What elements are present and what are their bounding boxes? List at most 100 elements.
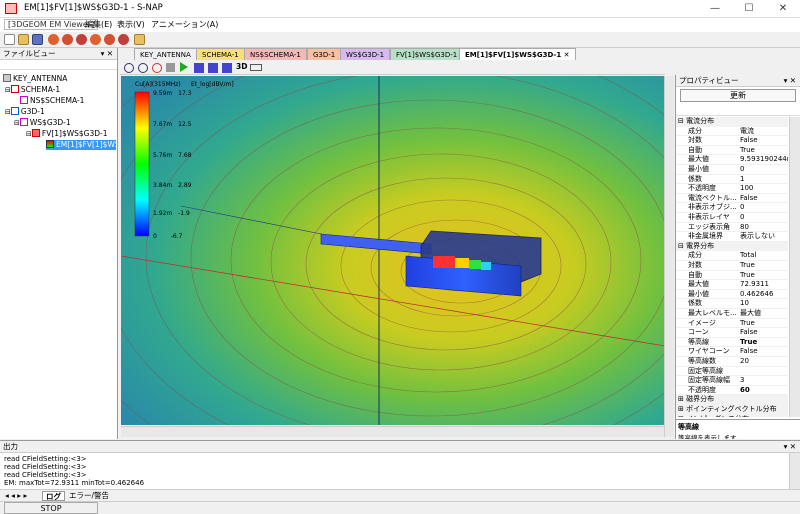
property-row[interactable]: 成分 Total: [676, 251, 788, 261]
view-3d-button[interactable]: 3D: [236, 62, 247, 71]
tool-6-icon[interactable]: [118, 34, 129, 45]
tree-item-ns-schema[interactable]: NS$SCHEMA-1: [20, 96, 84, 106]
tree-item-em-selected[interactable]: EM[1]$FV[1]$WS$: [46, 140, 116, 150]
property-scrollbar[interactable]: [789, 117, 800, 417]
property-value[interactable]: True: [740, 319, 788, 328]
tree-item-g3d[interactable]: ⊟ G3D-1: [5, 107, 45, 117]
expand-icon[interactable]: ⊞: [678, 415, 686, 417]
property-row[interactable]: 係数 10: [676, 299, 788, 309]
property-value[interactable]: 9.593190244m: [740, 155, 788, 164]
property-row[interactable]: 対数 True: [676, 261, 788, 271]
property-value[interactable]: 1: [740, 175, 788, 184]
zoom-in-icon[interactable]: [124, 63, 134, 73]
property-row[interactable]: 非表示レイヤ 0: [676, 213, 788, 223]
property-row[interactable]: 固定等高線: [676, 367, 788, 377]
tree-item-key-antenna[interactable]: KEY_ANTENNA: [3, 74, 67, 84]
property-value[interactable]: 72.9311: [740, 280, 788, 289]
settings-icon[interactable]: [250, 64, 262, 71]
property-value[interactable]: True: [740, 261, 788, 270]
tool-1-icon[interactable]: [48, 34, 59, 45]
property-row[interactable]: 最大値 9.593190244m: [676, 155, 788, 165]
property-value[interactable]: 0: [740, 165, 788, 174]
property-row[interactable]: 最小値 0: [676, 165, 788, 175]
property-row[interactable]: 係数 1: [676, 175, 788, 185]
close-panel-icon[interactable]: ▾ ✕: [784, 75, 800, 87]
property-section-header[interactable]: ⊟ 電界分布: [676, 241, 788, 252]
property-row[interactable]: 最大レベルモ... 最大値: [676, 309, 788, 319]
property-row[interactable]: 自動 True: [676, 271, 788, 281]
property-row[interactable]: 最大値 72.9311: [676, 280, 788, 290]
property-value[interactable]: 100: [740, 184, 788, 193]
property-value[interactable]: True: [740, 338, 788, 347]
property-value[interactable]: 表示しない: [740, 232, 788, 241]
close-button[interactable]: ✕: [766, 0, 800, 18]
property-row[interactable]: 不透明度 60: [676, 386, 788, 396]
refresh-button[interactable]: 更新: [680, 89, 796, 102]
stop-icon[interactable]: [166, 63, 175, 72]
property-value[interactable]: 80: [740, 223, 788, 232]
property-value[interactable]: False: [740, 194, 788, 203]
property-row[interactable]: 固定等高線幅 3: [676, 376, 788, 386]
tool-3-icon[interactable]: [76, 34, 87, 45]
property-value[interactable]: True: [740, 271, 788, 280]
property-value[interactable]: False: [740, 328, 788, 337]
tool-2-icon[interactable]: [62, 34, 73, 45]
property-row[interactable]: イメージ True: [676, 319, 788, 329]
view-xz-icon[interactable]: [208, 63, 218, 73]
tool-7-icon[interactable]: [134, 34, 145, 45]
3d-viewport[interactable]: Cu[A](315MHz) Et_log[dBV/m] 9.59m 17.3 7…: [121, 76, 665, 425]
property-value[interactable]: 60: [740, 386, 788, 395]
property-value[interactable]: 20: [740, 357, 788, 366]
property-value[interactable]: 最大値: [740, 309, 788, 318]
tree-item-fv[interactable]: ⊟ FV[1]$WS$G3D-1: [26, 129, 108, 139]
output-scrollbar[interactable]: [789, 453, 800, 489]
tool-5-icon[interactable]: [104, 34, 115, 45]
property-value[interactable]: False: [740, 347, 788, 356]
property-value[interactable]: 電流: [740, 127, 788, 136]
property-value[interactable]: Total: [740, 251, 788, 260]
maximize-button[interactable]: ☐: [732, 0, 766, 18]
zoom-out-icon[interactable]: [138, 63, 148, 73]
open-folder-icon[interactable]: [18, 34, 29, 45]
property-row[interactable]: コーン False: [676, 328, 788, 338]
tab-nav-arrows[interactable]: ◂ ◂ ▸ ▸: [2, 491, 30, 501]
tool-4-icon[interactable]: [90, 34, 101, 45]
collapse-icon[interactable]: ⊟: [678, 117, 686, 125]
save-icon[interactable]: [32, 34, 43, 45]
property-row[interactable]: 自動 True: [676, 146, 788, 156]
property-section-collapsed[interactable]: ⊞ ポインティングベクトル分布: [676, 405, 788, 415]
property-row[interactable]: 不透明度 100: [676, 184, 788, 194]
property-row[interactable]: エッジ表示角 80: [676, 223, 788, 233]
property-section-collapsed[interactable]: ⊞ 磁界分布: [676, 395, 788, 405]
tab-close-icon[interactable]: ✕: [564, 51, 570, 59]
property-value[interactable]: True: [740, 146, 788, 155]
property-row[interactable]: ワイヤコーン False: [676, 347, 788, 357]
tab-ns-schema[interactable]: NS$SCHEMA-1: [244, 48, 307, 60]
tab-schema[interactable]: SCHEMA-1: [196, 48, 245, 60]
vertical-scrollbar[interactable]: [664, 76, 674, 437]
view-xy-icon[interactable]: [222, 63, 232, 73]
property-row[interactable]: 等高線数 20: [676, 357, 788, 367]
collapse-icon[interactable]: ⊟: [678, 242, 686, 250]
property-section-header[interactable]: ⊟ 電流分布: [676, 117, 788, 127]
tab-g3d[interactable]: G3D-1: [307, 48, 342, 60]
new-file-icon[interactable]: [4, 34, 15, 45]
property-row[interactable]: 非表示オブジ... 0: [676, 203, 788, 213]
property-value[interactable]: False: [740, 136, 788, 145]
property-row[interactable]: 等高線 True: [676, 338, 788, 348]
expand-icon[interactable]: ⊞: [678, 405, 686, 413]
tab-errors[interactable]: エラー/警告: [66, 491, 112, 501]
tree-item-schema[interactable]: ⊟ SCHEMA-1: [5, 85, 60, 95]
horizontal-scrollbar[interactable]: [121, 426, 665, 437]
tab-ws-g3d[interactable]: WS$G3D-1: [340, 48, 391, 60]
property-grid[interactable]: ⊟ 電流分布成分電流対数False自動True最大値9.593190244m最小…: [676, 117, 789, 417]
tab-log[interactable]: ログ: [42, 491, 65, 501]
close-panel-icon[interactable]: ▾ ✕: [101, 48, 117, 60]
property-value[interactable]: 0: [740, 203, 788, 212]
property-row[interactable]: 電流ベクトル... False: [676, 194, 788, 204]
property-value[interactable]: 10: [740, 299, 788, 308]
zoom-fit-icon[interactable]: [152, 63, 162, 73]
property-row[interactable]: 成分 電流: [676, 127, 788, 137]
property-value[interactable]: 0: [740, 213, 788, 222]
property-row[interactable]: 最小値 0.462646: [676, 290, 788, 300]
